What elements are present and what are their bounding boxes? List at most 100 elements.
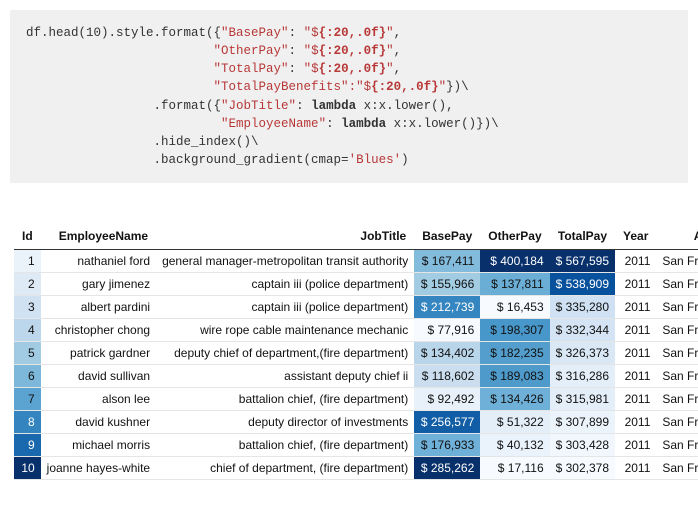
col-totalpay: TotalPay [550, 223, 615, 250]
table-cell: battalion chief, (fire department) [156, 388, 414, 411]
table-header-row: Id EmployeeName JobTitle BasePay OtherPa… [14, 223, 698, 250]
table-cell: 6 [14, 365, 41, 388]
table-cell: 1 [14, 250, 41, 273]
table-cell: 9 [14, 434, 41, 457]
table-row: 2gary jimenezcaptain iii (police departm… [14, 273, 698, 296]
table-cell: $ 256,577 [414, 411, 480, 434]
table-cell: gary jimenez [41, 273, 156, 296]
table-cell: $ 302,378 [550, 457, 615, 480]
table-cell: $ 198,307 [480, 319, 549, 342]
table-cell: 2011 [615, 434, 656, 457]
table-cell: $ 182,235 [480, 342, 549, 365]
col-basepay: BasePay [414, 223, 480, 250]
table-cell: albert pardini [41, 296, 156, 319]
table-row: 7alson leebattalion chief, (fire departm… [14, 388, 698, 411]
table-cell: 2011 [615, 388, 656, 411]
table-cell: San Francisco [656, 365, 698, 388]
table-cell: 8 [14, 411, 41, 434]
table-cell: deputy director of investments [156, 411, 414, 434]
table-cell: $ 155,966 [414, 273, 480, 296]
table-cell: 2 [14, 273, 41, 296]
table-row: 9michael morrisbattalion chief, (fire de… [14, 434, 698, 457]
table-cell: 2011 [615, 365, 656, 388]
table-cell: San Francisco [656, 296, 698, 319]
table-cell: San Francisco [656, 319, 698, 342]
table-cell: $ 303,428 [550, 434, 615, 457]
table-cell: 5 [14, 342, 41, 365]
table-cell: $ 176,933 [414, 434, 480, 457]
table-cell: $ 134,426 [480, 388, 549, 411]
table-cell: $ 316,286 [550, 365, 615, 388]
table-cell: San Francisco [656, 411, 698, 434]
table-cell: 2011 [615, 296, 656, 319]
table-cell: $ 134,402 [414, 342, 480, 365]
table-cell: assistant deputy chief ii [156, 365, 414, 388]
table-row: 3albert pardinicaptain iii (police depar… [14, 296, 698, 319]
table-cell: 7 [14, 388, 41, 411]
col-id: Id [14, 223, 41, 250]
table-cell: $ 332,344 [550, 319, 615, 342]
table-cell: $ 77,916 [414, 319, 480, 342]
table-cell: $ 51,322 [480, 411, 549, 434]
table-cell: michael morris [41, 434, 156, 457]
table-cell: 2011 [615, 319, 656, 342]
table-cell: joanne hayes-white [41, 457, 156, 480]
table-cell: 10 [14, 457, 41, 480]
table-row: 8david kushnerdeputy director of investm… [14, 411, 698, 434]
table-cell: $ 538,909 [550, 273, 615, 296]
table-cell: deputy chief of department,(fire departm… [156, 342, 414, 365]
table-cell: $ 17,116 [480, 457, 549, 480]
table-cell: $ 335,280 [550, 296, 615, 319]
table-cell: 2011 [615, 457, 656, 480]
table-cell: david sullivan [41, 365, 156, 388]
col-year: Year [615, 223, 656, 250]
col-agency: Agency [656, 223, 698, 250]
table-cell: $ 189,083 [480, 365, 549, 388]
table-cell: 2011 [615, 273, 656, 296]
table-cell: $ 307,899 [550, 411, 615, 434]
table-cell: wire rope cable maintenance mechanic [156, 319, 414, 342]
table-row: 4christopher chongwire rope cable mainte… [14, 319, 698, 342]
table-cell: 3 [14, 296, 41, 319]
table-cell: San Francisco [656, 273, 698, 296]
table-cell: $ 400,184 [480, 250, 549, 273]
table-cell: San Francisco [656, 250, 698, 273]
table-cell: San Francisco [656, 457, 698, 480]
table-row: 10joanne hayes-whitechief of department,… [14, 457, 698, 480]
table-cell: christopher chong [41, 319, 156, 342]
table-cell: alson lee [41, 388, 156, 411]
table-cell: San Francisco [656, 434, 698, 457]
table-cell: nathaniel ford [41, 250, 156, 273]
table-cell: 2011 [615, 342, 656, 365]
table-cell: $ 285,262 [414, 457, 480, 480]
table-cell: general manager-metropolitan transit aut… [156, 250, 414, 273]
table-cell: patrick gardner [41, 342, 156, 365]
table-cell: San Francisco [656, 388, 698, 411]
table-cell: $ 567,595 [550, 250, 615, 273]
table-cell: $ 315,981 [550, 388, 615, 411]
code-block: df.head(10).style.format({"BasePay": "${… [10, 10, 688, 183]
table-cell: captain iii (police department) [156, 273, 414, 296]
col-jobtitle: JobTitle [156, 223, 414, 250]
dataframe-table: Id EmployeeName JobTitle BasePay OtherPa… [14, 223, 698, 480]
table-row: 6david sullivanassistant deputy chief ii… [14, 365, 698, 388]
table-cell: $ 167,411 [414, 250, 480, 273]
table-cell: $ 326,373 [550, 342, 615, 365]
table-cell: 4 [14, 319, 41, 342]
table-cell: captain iii (police department) [156, 296, 414, 319]
table-cell: 2011 [615, 411, 656, 434]
table-cell: $ 118,602 [414, 365, 480, 388]
table-cell: battalion chief, (fire department) [156, 434, 414, 457]
table-cell: 2011 [615, 250, 656, 273]
table-cell: San Francisco [656, 342, 698, 365]
table-row: 1nathaniel fordgeneral manager-metropoli… [14, 250, 698, 273]
col-employee: EmployeeName [41, 223, 156, 250]
table-row: 5patrick gardnerdeputy chief of departme… [14, 342, 698, 365]
col-otherpay: OtherPay [480, 223, 549, 250]
table-cell: $ 92,492 [414, 388, 480, 411]
table-cell: $ 212,739 [414, 296, 480, 319]
table-cell: $ 40,132 [480, 434, 549, 457]
table-cell: david kushner [41, 411, 156, 434]
table-cell: $ 16,453 [480, 296, 549, 319]
table-cell: $ 137,811 [480, 273, 549, 296]
